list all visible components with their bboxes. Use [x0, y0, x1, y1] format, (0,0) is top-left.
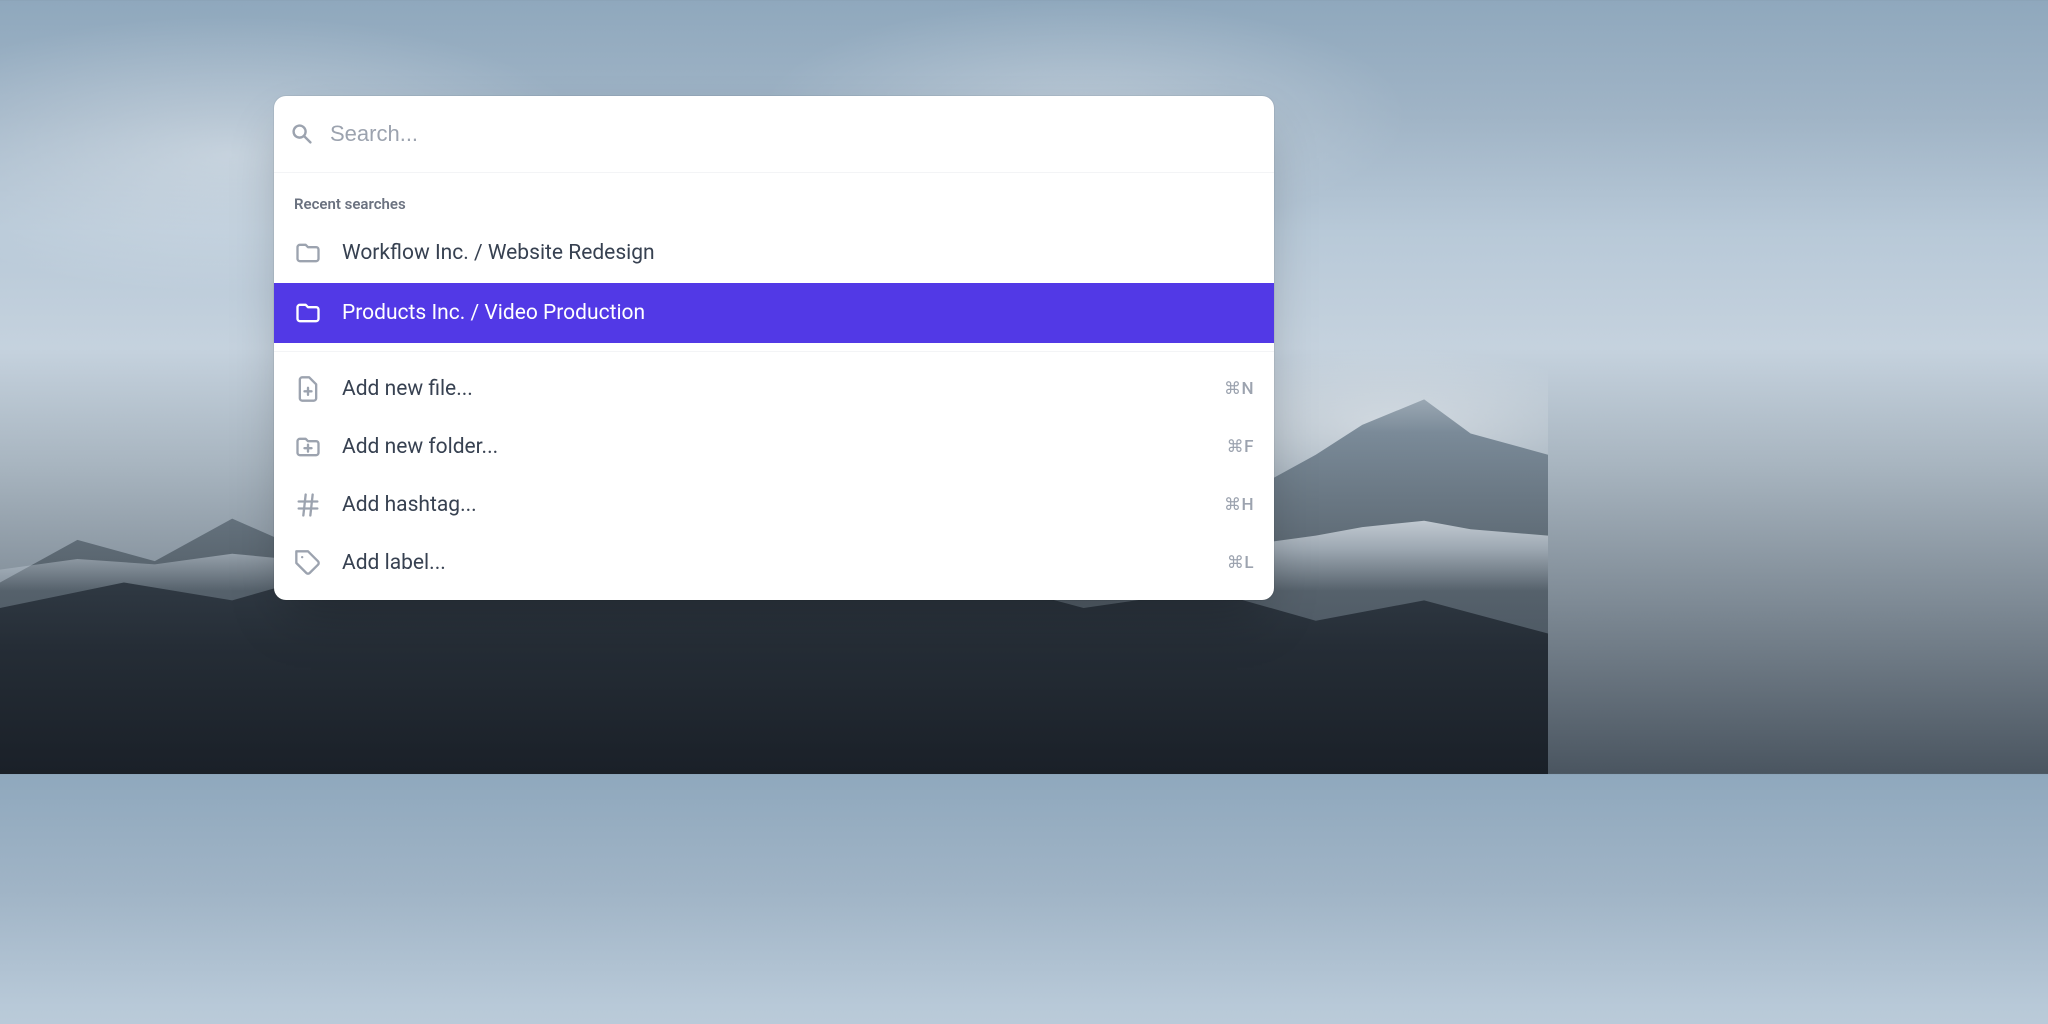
action-shortcut: ⌘N [1224, 379, 1254, 399]
recent-item-label: Workflow Inc. / Website Redesign [342, 241, 1254, 265]
search-input[interactable] [330, 121, 1258, 147]
action-shortcut: ⌘L [1227, 553, 1254, 573]
recent-item-label: Products Inc. / Video Production [342, 301, 1254, 325]
recent-item[interactable]: Workflow Inc. / Website Redesign [274, 223, 1274, 283]
action-add-hashtag[interactable]: Add hashtag... ⌘H [274, 476, 1274, 534]
action-add-label[interactable]: Add label... ⌘L [274, 534, 1274, 592]
hashtag-icon [294, 491, 322, 519]
action-add-folder[interactable]: Add new folder... ⌘F [274, 418, 1274, 476]
action-label: Add label... [342, 551, 1207, 575]
recent-searches-heading: Recent searches [274, 181, 1274, 223]
action-label: Add new folder... [342, 435, 1207, 459]
action-shortcut: ⌘H [1224, 495, 1254, 515]
tag-icon [294, 549, 322, 577]
folder-icon [294, 239, 322, 267]
quick-actions-section: Add new file... ⌘N Add new folder... ⌘F [274, 351, 1274, 600]
folder-add-icon [294, 433, 322, 461]
recent-searches-section: Recent searches Workflow Inc. / Website … [274, 172, 1274, 351]
folder-icon [294, 299, 322, 327]
action-shortcut: ⌘F [1227, 437, 1254, 457]
action-label: Add hashtag... [342, 493, 1204, 517]
recent-item[interactable]: Products Inc. / Video Production [274, 283, 1274, 343]
action-add-file[interactable]: Add new file... ⌘N [274, 360, 1274, 418]
command-palette: Recent searches Workflow Inc. / Website … [274, 96, 1274, 600]
action-label: Add new file... [342, 377, 1204, 401]
document-add-icon [294, 375, 322, 403]
search-icon [290, 122, 314, 146]
search-row [274, 96, 1274, 172]
